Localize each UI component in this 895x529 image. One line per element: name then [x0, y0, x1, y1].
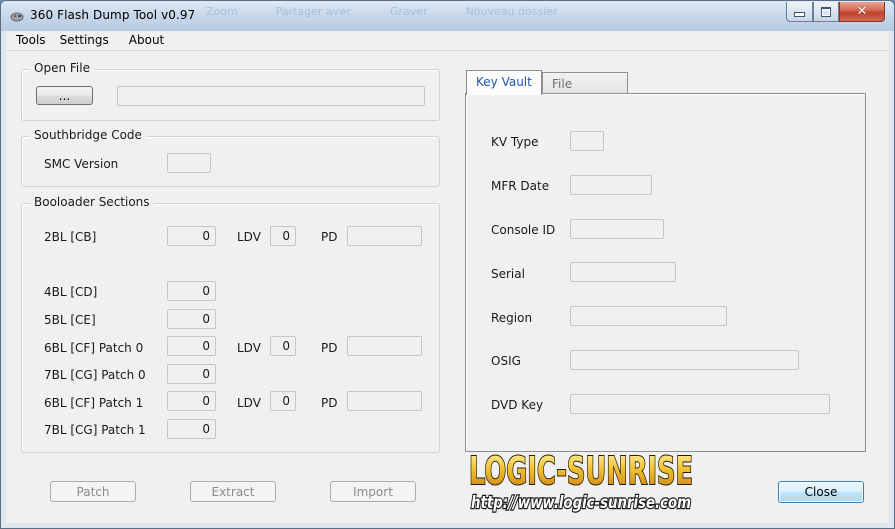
close-button[interactable]: Close: [778, 481, 864, 503]
tab-file-system[interactable]: File System: [542, 72, 628, 105]
import-button[interactable]: Import: [330, 481, 416, 502]
kv-type-field[interactable]: [570, 131, 604, 151]
row-2bl-value[interactable]: 0: [167, 226, 216, 246]
row-2bl-label: 2BL [CB]: [44, 230, 97, 244]
bootloader-group: Booloader Sections 2BL [CB] 0 LDV 0 PD 4…: [21, 195, 440, 453]
bootloader-label: Booloader Sections: [30, 195, 154, 209]
dvd-key-label: DVD Key: [491, 398, 544, 412]
client-area: Open File ... Southbridge Code SMC Versi…: [6, 51, 889, 523]
app-window: 360 Flash Dump Tool v0.97 Zoom Partager …: [0, 0, 895, 529]
row-2bl-ldv-field[interactable]: 0: [270, 226, 296, 246]
row-6bl-p0-value[interactable]: 0: [167, 336, 216, 356]
row-5bl-value[interactable]: 0: [167, 309, 216, 329]
row-6bl-p1-ldv-field[interactable]: 0: [270, 391, 296, 411]
row-6bl-p1-value[interactable]: 0: [167, 391, 216, 411]
close-icon: ✕: [856, 4, 868, 19]
console-id-label: Console ID: [491, 223, 556, 237]
smc-version-field[interactable]: [167, 153, 211, 173]
row-6bl-p1-label: 6BL [CF] Patch 1: [44, 396, 144, 410]
title-bar[interactable]: 360 Flash Dump Tool v0.97 Zoom Partager …: [1, 1, 894, 31]
app-icon: [10, 12, 24, 22]
row-7bl-p1-value[interactable]: 0: [167, 419, 216, 439]
menu-bar: Tools Settings About: [6, 31, 889, 51]
maximize-button[interactable]: [813, 2, 839, 22]
ghost-item-share: Partager avec: [275, 5, 353, 18]
row-7bl-p0-value[interactable]: 0: [167, 364, 216, 384]
background-window-ghost: Zoom Partager avec Graver Nouveau dossie…: [206, 5, 558, 18]
menu-settings[interactable]: Settings: [56, 31, 115, 50]
row-6bl-p0-pd-field[interactable]: [347, 336, 422, 356]
tab-key-vault[interactable]: Key Vault: [466, 70, 542, 95]
file-path-field[interactable]: [117, 86, 425, 106]
osig-field[interactable]: [570, 350, 799, 370]
mfr-date-field[interactable]: [570, 175, 652, 195]
row-5bl-label: 5BL [CE]: [44, 313, 96, 327]
row-6bl-p1-pd-label: PD: [321, 396, 338, 410]
mfr-date-label: MFR Date: [491, 179, 550, 193]
row-6bl-p0-ldv-field[interactable]: 0: [270, 336, 296, 356]
maximize-icon: [814, 2, 838, 21]
ghost-item-new-folder: Nouveau dossier: [465, 5, 558, 18]
row-4bl-label: 4BL [CD]: [44, 285, 98, 299]
minimize-button[interactable]: [786, 2, 813, 22]
osig-label: OSIG: [491, 354, 521, 368]
region-label: Region: [491, 311, 533, 325]
row-2bl-ldv-label: LDV: [237, 230, 261, 244]
row-6bl-p0-label: 6BL [CF] Patch 0: [44, 341, 144, 355]
window-close-button[interactable]: ✕: [839, 2, 885, 22]
dvd-key-field[interactable]: [570, 394, 830, 414]
menu-tools[interactable]: Tools: [6, 31, 52, 50]
minimize-icon: [787, 2, 812, 21]
region-field[interactable]: [570, 306, 727, 326]
key-vault-panel: KV Type MFR Date Console ID Serial Regio…: [465, 93, 866, 452]
smc-version-label: SMC Version: [44, 157, 119, 171]
row-6bl-p0-ldv-label: LDV: [237, 341, 261, 355]
ghost-item-zoom: Zoom: [206, 5, 238, 18]
row-6bl-p1-pd-field[interactable]: [347, 391, 422, 411]
browse-button[interactable]: ...: [36, 86, 93, 105]
row-7bl-p0-label: 7BL [CG] Patch 0: [44, 368, 146, 382]
console-id-field[interactable]: [570, 219, 664, 239]
open-file-group: Open File ...: [21, 61, 440, 121]
menu-about[interactable]: About: [125, 31, 170, 50]
southbridge-label: Southbridge Code: [30, 128, 146, 142]
patch-button[interactable]: Patch: [50, 481, 136, 502]
open-file-label: Open File: [30, 61, 94, 75]
ghost-item-burn: Graver: [390, 5, 428, 18]
kv-type-label: KV Type: [491, 135, 539, 149]
extract-button[interactable]: Extract: [190, 481, 276, 502]
row-2bl-pd-field[interactable]: [347, 226, 422, 246]
row-4bl-value[interactable]: 0: [167, 281, 216, 301]
serial-label: Serial: [491, 267, 525, 281]
southbridge-group: Southbridge Code SMC Version: [21, 128, 440, 187]
row-6bl-p0-pd-label: PD: [321, 341, 338, 355]
window-title: 360 Flash Dump Tool v0.97: [30, 8, 196, 22]
row-6bl-p1-ldv-label: LDV: [237, 396, 261, 410]
row-7bl-p1-label: 7BL [CG] Patch 1: [44, 423, 146, 437]
serial-field[interactable]: [570, 262, 676, 282]
row-2bl-pd-label: PD: [321, 230, 338, 244]
